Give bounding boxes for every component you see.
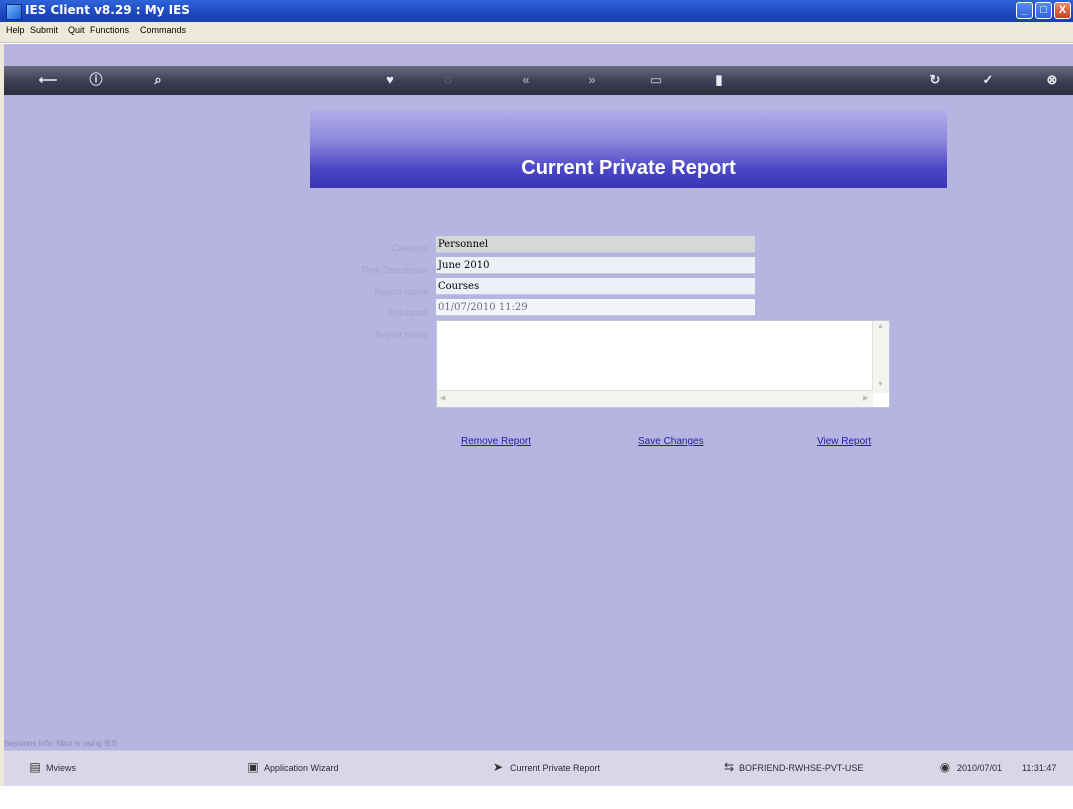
report-name-label: Report Name [374, 287, 428, 297]
save-changes-link[interactable]: Save Changes [638, 436, 704, 447]
menu-submit[interactable]: Submit [30, 25, 58, 35]
report-notes-label: Report Notes [374, 330, 428, 340]
menu-commands[interactable]: Commands [140, 25, 186, 35]
session-info-text: Sessions Info: Nico is using IES [4, 739, 117, 748]
remove-report-link[interactable]: Remove Report [461, 436, 531, 447]
heart-icon[interactable]: ♥ [380, 70, 400, 90]
taskbar-mviews[interactable]: Mviews [46, 763, 76, 773]
info-icon[interactable]: ⓘ [86, 70, 106, 90]
scroll-down-icon[interactable]: ▼ [877, 381, 884, 388]
check-icon[interactable]: ✓ [978, 70, 998, 90]
published-field: 01/07/2010 11:29 [436, 299, 755, 316]
main-area [4, 95, 1073, 738]
view-report-link[interactable]: View Report [817, 436, 871, 447]
scroll-up-icon[interactable]: ▲ [877, 323, 884, 330]
taskbar-current-report[interactable]: Current Private Report [510, 763, 600, 773]
forward-icon[interactable]: » [582, 70, 602, 90]
path-icon: ⇆ [723, 760, 735, 774]
report-notes-textarea[interactable]: ▲ ▼ ◀ ▶ [436, 320, 890, 408]
category-label: Category [391, 243, 428, 253]
time-description-label: Time Description [360, 265, 428, 275]
menu-functions[interactable]: Functions [90, 25, 129, 35]
clock-icon: ◉ [939, 760, 951, 774]
history-icon[interactable]: ↻ [925, 70, 945, 90]
scroll-left-icon[interactable]: ◀ [440, 394, 445, 402]
rewind-icon[interactable]: « [516, 70, 536, 90]
current-report-icon: ➤ [492, 760, 504, 774]
status-line [4, 738, 1073, 750]
bottom-strip [0, 786, 1073, 809]
maximize-button[interactable]: □ [1035, 2, 1052, 19]
refresh-icon[interactable]: ◌ [438, 70, 458, 90]
taskbar-time: 11:31:47 [1022, 763, 1057, 773]
menu-quit[interactable]: Quit [68, 25, 85, 35]
list-icon[interactable]: ▭ [646, 70, 666, 90]
scroll-right-icon[interactable]: ▶ [863, 394, 868, 402]
search-icon[interactable]: ⌕ [148, 70, 168, 90]
close-window-button[interactable]: X [1054, 2, 1071, 19]
category-field[interactable]: Personnel [436, 236, 755, 253]
taskbar-path[interactable]: BOFRIEND-RWHSE-PVT-USE [739, 763, 863, 773]
published-label: Published [388, 308, 428, 318]
close-icon[interactable]: ⊗ [1042, 70, 1062, 90]
menu-help[interactable]: Help [6, 25, 25, 35]
back-arrow-icon[interactable]: ⟵ [38, 70, 58, 90]
taskbar-application-wizard[interactable]: Application Wizard [264, 763, 339, 773]
notes-horizontal-scrollbar[interactable]: ◀ ▶ [437, 390, 873, 407]
report-name-field[interactable]: Courses [436, 278, 755, 295]
minimize-button[interactable]: _ [1016, 2, 1033, 19]
mviews-icon: ▤ [29, 760, 41, 774]
page-title: Current Private Report [521, 157, 736, 179]
page-icon[interactable]: ▮ [709, 70, 729, 90]
window-title: IES Client v8.29 : My IES [25, 3, 190, 17]
taskbar-date: 2010/07/01 [957, 763, 1003, 773]
toolbar-spacer [4, 44, 1073, 66]
app-icon [6, 4, 22, 20]
application-wizard-icon: ▣ [247, 760, 259, 774]
time-description-field[interactable]: June 2010 [436, 257, 755, 274]
notes-vertical-scrollbar[interactable]: ▲ ▼ [872, 321, 889, 393]
